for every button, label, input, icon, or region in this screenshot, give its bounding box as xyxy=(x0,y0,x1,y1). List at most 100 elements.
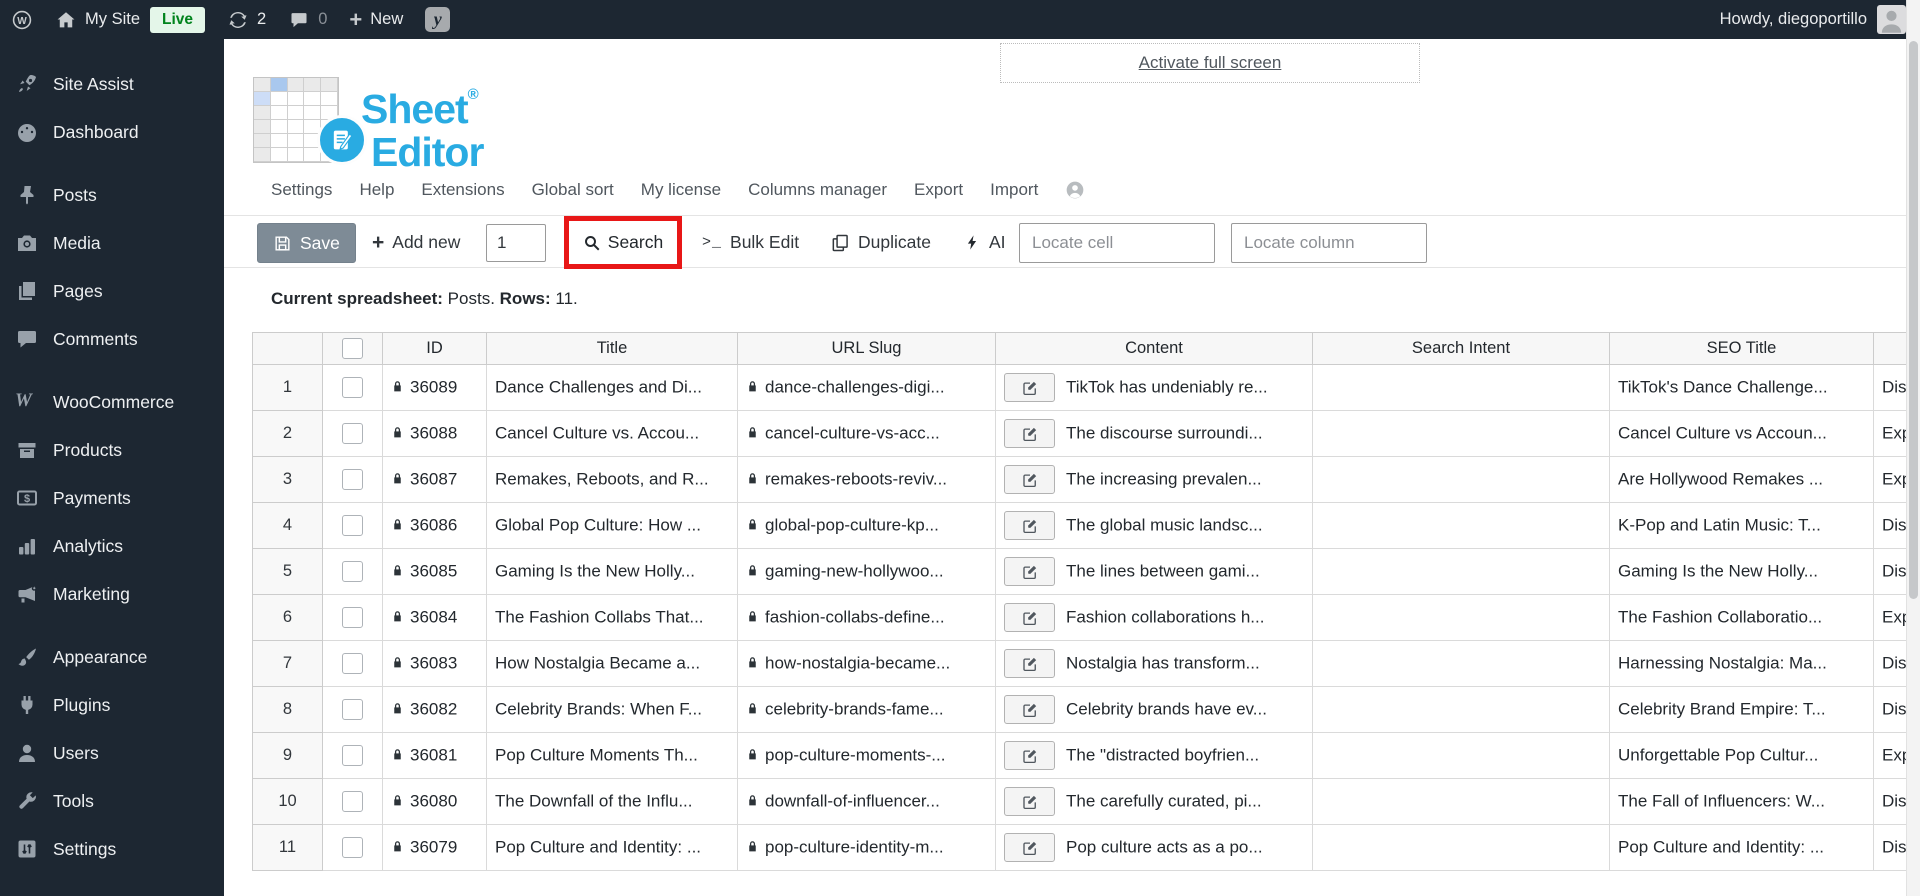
save-button[interactable]: Save xyxy=(257,223,356,263)
slug-cell[interactable]: cancel-culture-vs-acc... xyxy=(737,410,996,457)
content-cell[interactable]: The discourse surroundi... xyxy=(995,410,1313,457)
activate-fullscreen-link[interactable]: Activate full screen xyxy=(1139,53,1282,73)
sidebar-item-products[interactable]: Products xyxy=(0,426,224,474)
id-cell[interactable]: 36085 xyxy=(382,548,487,595)
seo-title-cell[interactable]: The Fall of Influencers: W... xyxy=(1609,778,1874,825)
id-cell[interactable]: 36081 xyxy=(382,732,487,779)
sidebar-item-tools[interactable]: Tools xyxy=(0,777,224,825)
content-cell[interactable]: Celebrity brands have ev... xyxy=(995,686,1313,733)
sidebar-item-analytics[interactable]: Analytics xyxy=(0,522,224,570)
sidebar-item-media[interactable]: Media xyxy=(0,219,224,267)
edit-content-button[interactable] xyxy=(1004,603,1055,632)
sidebar-item-payments[interactable]: $ Payments xyxy=(0,474,224,522)
col-header-seo-title[interactable]: SEO Title xyxy=(1609,332,1874,365)
title-cell[interactable]: How Nostalgia Became a... xyxy=(486,640,738,687)
title-cell[interactable]: Gaming Is the New Holly... xyxy=(486,548,738,595)
content-cell[interactable]: The "distracted boyfrien... xyxy=(995,732,1313,779)
content-cell[interactable]: The carefully curated, pi... xyxy=(995,778,1313,825)
id-cell[interactable]: 36086 xyxy=(382,502,487,549)
slug-cell[interactable]: how-nostalgia-became... xyxy=(737,640,996,687)
search-intent-cell[interactable] xyxy=(1312,502,1610,549)
edit-content-button[interactable] xyxy=(1004,833,1055,862)
title-cell[interactable]: The Fashion Collabs That... xyxy=(486,594,738,641)
menu-import[interactable]: Import xyxy=(990,180,1038,200)
content-cell[interactable]: TikTok has undeniably re... xyxy=(995,364,1313,411)
sidebar-item-posts[interactable]: Posts xyxy=(0,171,224,219)
edit-content-button[interactable] xyxy=(1004,787,1055,816)
id-cell[interactable]: 36079 xyxy=(382,824,487,871)
add-count-input[interactable] xyxy=(486,224,546,262)
seo-title-cell[interactable]: Celebrity Brand Empire: T... xyxy=(1609,686,1874,733)
updates-menu[interactable]: 2 xyxy=(216,0,277,39)
search-intent-cell[interactable] xyxy=(1312,640,1610,687)
edit-content-button[interactable] xyxy=(1004,695,1055,724)
search-intent-cell[interactable] xyxy=(1312,410,1610,457)
col-header-id[interactable]: ID xyxy=(382,332,487,365)
id-cell[interactable]: 36084 xyxy=(382,594,487,641)
sidebar-item-appearance[interactable]: Appearance xyxy=(0,633,224,681)
new-content-menu[interactable]: + New xyxy=(338,0,414,39)
row-checkbox[interactable] xyxy=(342,699,363,720)
slug-cell[interactable]: downfall-of-influencer... xyxy=(737,778,996,825)
id-cell[interactable]: 36082 xyxy=(382,686,487,733)
id-cell[interactable]: 36080 xyxy=(382,778,487,825)
duplicate-button[interactable]: Duplicate xyxy=(830,216,931,269)
slug-cell[interactable]: pop-culture-moments-... xyxy=(737,732,996,779)
title-cell[interactable]: The Downfall of the Influ... xyxy=(486,778,738,825)
row-checkbox[interactable] xyxy=(342,561,363,582)
search-button[interactable]: Search xyxy=(583,232,663,253)
search-intent-cell[interactable] xyxy=(1312,732,1610,779)
edit-content-button[interactable] xyxy=(1004,741,1055,770)
menu-global-sort[interactable]: Global sort xyxy=(532,180,614,200)
search-intent-cell[interactable] xyxy=(1312,364,1610,411)
bulk-edit-button[interactable]: >_ Bulk Edit xyxy=(702,216,799,269)
slug-cell[interactable]: dance-challenges-digi... xyxy=(737,364,996,411)
col-header-url-slug[interactable]: URL Slug xyxy=(737,332,996,365)
seo-title-cell[interactable]: The Fashion Collaboratio... xyxy=(1609,594,1874,641)
search-intent-cell[interactable] xyxy=(1312,594,1610,641)
id-cell[interactable]: 36083 xyxy=(382,640,487,687)
title-cell[interactable]: Remakes, Reboots, and R... xyxy=(486,456,738,503)
title-cell[interactable]: Pop Culture Moments Th... xyxy=(486,732,738,779)
title-cell[interactable]: Celebrity Brands: When F... xyxy=(486,686,738,733)
edit-content-button[interactable] xyxy=(1004,511,1055,540)
sidebar-item-dashboard[interactable]: Dashboard xyxy=(0,108,224,156)
my-site-link[interactable]: My Site Live xyxy=(44,0,216,39)
comments-menu[interactable]: 0 xyxy=(277,0,338,39)
select-all-checkbox[interactable] xyxy=(342,338,363,359)
search-intent-cell[interactable] xyxy=(1312,686,1610,733)
menu-columns-manager[interactable]: Columns manager xyxy=(748,180,887,200)
id-cell[interactable]: 36088 xyxy=(382,410,487,457)
row-checkbox[interactable] xyxy=(342,515,363,536)
search-intent-cell[interactable] xyxy=(1312,824,1610,871)
sidebar-item-users[interactable]: Users xyxy=(0,729,224,777)
slug-cell[interactable]: pop-culture-identity-m... xyxy=(737,824,996,871)
sidebar-item-marketing[interactable]: Marketing xyxy=(0,570,224,618)
seo-title-cell[interactable]: Are Hollywood Remakes ... xyxy=(1609,456,1874,503)
row-checkbox[interactable] xyxy=(342,653,363,674)
title-cell[interactable]: Global Pop Culture: How ... xyxy=(486,502,738,549)
content-cell[interactable]: The global music landsc... xyxy=(995,502,1313,549)
locate-cell-input[interactable] xyxy=(1019,223,1215,263)
id-cell[interactable]: 36089 xyxy=(382,364,487,411)
sidebar-item-settings[interactable]: Settings xyxy=(0,825,224,873)
locate-column-input[interactable] xyxy=(1231,223,1427,263)
seo-title-cell[interactable]: Gaming Is the New Holly... xyxy=(1609,548,1874,595)
seo-title-cell[interactable]: K-Pop and Latin Music: T... xyxy=(1609,502,1874,549)
col-header-search-intent[interactable]: Search Intent xyxy=(1312,332,1610,365)
page-scrollbar[interactable] xyxy=(1906,0,1920,896)
ai-button[interactable]: AI xyxy=(964,216,1006,269)
menu-extensions[interactable]: Extensions xyxy=(421,180,504,200)
sidebar-item-site-assist[interactable]: Site Assist xyxy=(0,60,224,108)
account-circle-icon[interactable] xyxy=(1065,180,1085,200)
wordpress-logo-menu[interactable]: W xyxy=(0,0,44,39)
page-scrollbar-thumb[interactable] xyxy=(1909,41,1918,599)
edit-content-button[interactable] xyxy=(1004,649,1055,678)
row-checkbox[interactable] xyxy=(342,423,363,444)
sidebar-item-woocommerce[interactable]: W WooCommerce xyxy=(0,378,224,426)
slug-cell[interactable]: global-pop-culture-kp... xyxy=(737,502,996,549)
row-checkbox[interactable] xyxy=(342,791,363,812)
row-checkbox[interactable] xyxy=(342,607,363,628)
search-intent-cell[interactable] xyxy=(1312,778,1610,825)
slug-cell[interactable]: fashion-collabs-define... xyxy=(737,594,996,641)
